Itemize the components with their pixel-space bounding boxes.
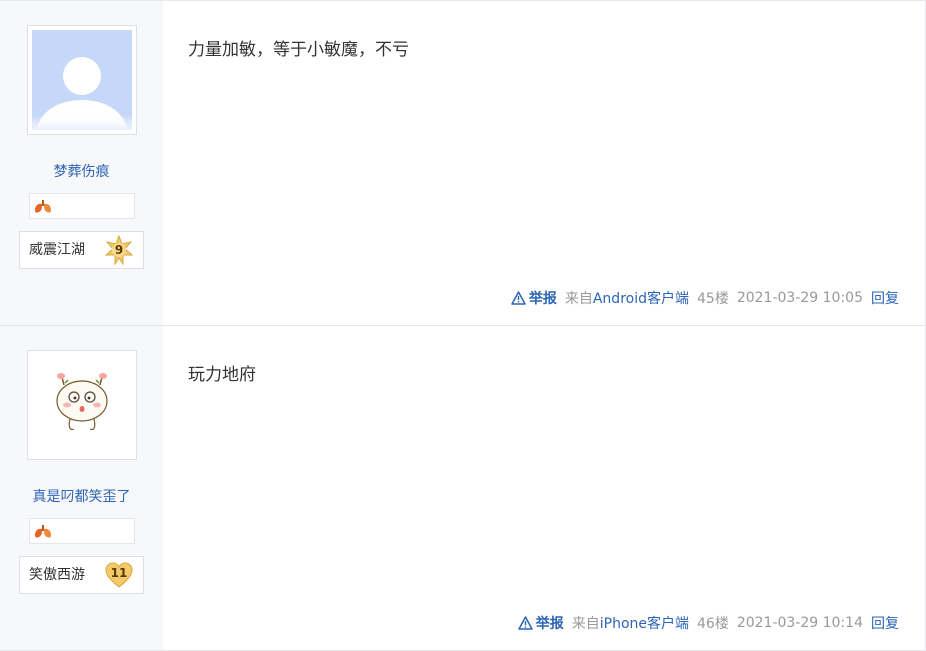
client-source: 来自iPhone客户端 <box>572 613 689 633</box>
username[interactable]: 真是叼都笑歪了 <box>0 486 163 506</box>
cartoon-bun-avatar-icon <box>32 355 132 455</box>
default-avatar-icon <box>32 30 132 130</box>
client-device-link[interactable]: Android客户端 <box>593 291 689 307</box>
heart-badge-icon: 11 <box>104 560 134 590</box>
reply-button[interactable]: 回复 <box>871 288 899 308</box>
post-content: 玩力地府 举报 来自iPhone客户端 46楼 2021-03-29 10:14… <box>163 326 926 650</box>
post-text: 力量加敏，等于小敏魔，不亏 <box>188 40 409 60</box>
reply-button[interactable]: 回复 <box>871 613 899 633</box>
post-floor-46: 真是叼都笑歪了 笑傲西游 11 玩力地府 举报 来自iPhone客户端 46楼 … <box>0 326 926 651</box>
client-source: 来自Android客户端 <box>565 288 689 308</box>
author-sidebar: 真是叼都笑歪了 笑傲西游 11 <box>0 326 163 650</box>
post-tail: 举报 来自iPhone客户端 46楼 2021-03-29 10:14 回复 <box>517 613 899 633</box>
report-label: 举报 <box>528 291 557 307</box>
client-prefix: 来自 <box>571 616 600 632</box>
report-button[interactable]: 举报 <box>517 613 564 633</box>
floor-number: 45楼 <box>697 291 729 307</box>
client-prefix: 来自 <box>564 291 593 307</box>
level-number: 11 <box>110 566 128 580</box>
post-tail: 举报 来自Android客户端 45楼 2021-03-29 10:05 回复 <box>511 288 899 308</box>
star-badge-icon: 9 <box>104 234 134 266</box>
member-badge-row <box>29 193 135 219</box>
level-name: 威震江湖 <box>29 242 85 258</box>
level-box[interactable]: 笑傲西游 11 <box>19 556 144 594</box>
avatar[interactable] <box>27 350 137 460</box>
client-device-link[interactable]: iPhone客户端 <box>600 616 689 632</box>
author-sidebar: 梦葬伤痕 威震江湖 9 <box>0 1 163 325</box>
post-content: 力量加敏，等于小敏魔，不亏 举报 来自Android客户端 45楼 2021-0… <box>163 1 926 325</box>
lungs-icon[interactable] <box>34 524 52 538</box>
warning-triangle-icon <box>511 291 526 305</box>
report-label: 举报 <box>535 616 564 632</box>
username[interactable]: 梦葬伤痕 <box>0 161 163 181</box>
post-timestamp: 2021-03-29 10:14 <box>736 615 863 631</box>
level-box[interactable]: 威震江湖 9 <box>19 231 144 269</box>
avatar[interactable] <box>27 25 137 135</box>
post-timestamp: 2021-03-29 10:05 <box>736 290 863 306</box>
level-name: 笑傲西游 <box>29 567 85 583</box>
lungs-icon[interactable] <box>34 199 52 213</box>
warning-triangle-icon <box>517 616 533 630</box>
report-button[interactable]: 举报 <box>511 288 557 308</box>
floor-number: 46楼 <box>697 616 729 632</box>
level-number: 9 <box>114 243 124 257</box>
post-text: 玩力地府 <box>188 365 256 385</box>
post-floor-45: 梦葬伤痕 威震江湖 9 力量加敏，等于小敏魔，不亏 举报 来自Android客户… <box>0 1 926 326</box>
member-badge-row <box>29 518 135 544</box>
